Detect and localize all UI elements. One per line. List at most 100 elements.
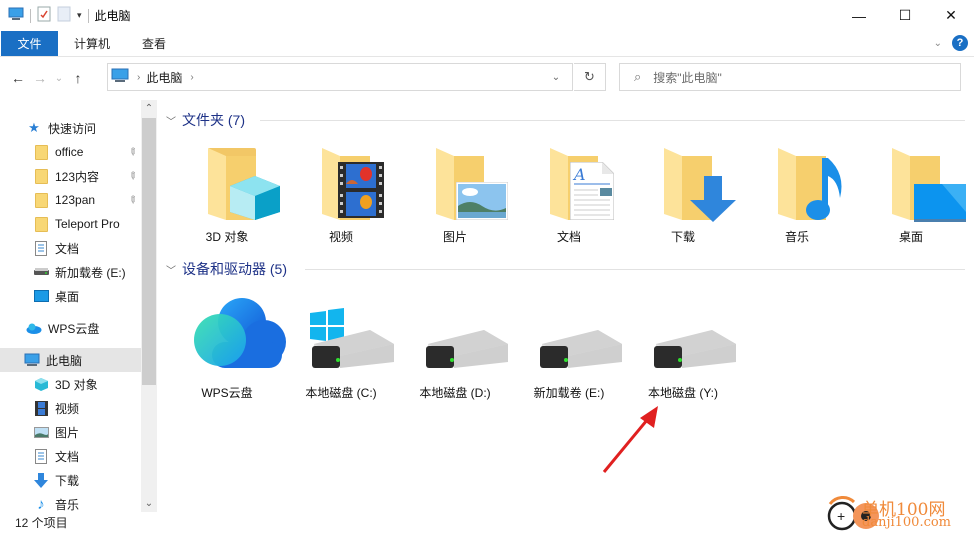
cloud-icon [194,298,286,368]
window-title: 此电脑 [94,9,131,23]
recent-locations-button[interactable]: ⌄ [51,73,67,84]
back-button[interactable]: ← [7,70,29,86]
expand-ribbon-icon[interactable]: ⌄ [934,38,942,49]
address-bar[interactable]: › 此电脑 › ⌄ [107,63,573,91]
pin-icon[interactable]: ✎ [125,169,139,183]
customize-toolbar-icon[interactable]: ▾ [77,10,82,21]
drive-c[interactable]: 本地磁盘 (C:) [284,296,398,406]
hard-drive-icon [426,330,508,368]
divider [305,269,965,270]
search-input[interactable]: ⌕ 搜索"此电脑" [619,63,961,91]
folder-desktop[interactable]: 桌面 [854,140,968,250]
collapse-chevron-icon[interactable]: ﹀ [166,262,176,277]
video-icon [33,400,49,416]
address-dropdown-button[interactable]: ⌄ [540,64,572,90]
tile-label: 本地磁盘 (Y:) [647,386,718,400]
sidebar-item-desktop-quick[interactable]: 桌面 [0,284,141,308]
tab-file[interactable]: 文件 [1,31,58,56]
sidebar-item-office[interactable]: office ✎ [0,140,141,164]
sidebar-item-123-content[interactable]: 123内容 ✎ [0,164,141,188]
tab-view[interactable]: 查看 [126,31,182,56]
drive-wps-cloud[interactable]: WPS云盘 [170,296,286,406]
tab-computer[interactable]: 计算机 [58,31,126,56]
breadcrumb-this-pc[interactable]: 此电脑 [146,69,182,86]
properties-icon[interactable] [37,6,51,25]
pin-icon[interactable]: ✎ [125,193,139,207]
hard-drive-icon [540,330,622,368]
folder-icon [33,168,49,184]
folder-downloads[interactable]: 下载 [626,140,740,250]
sidebar-item-quick-access[interactable]: ★ 快速访问 [0,116,141,140]
music-icon: ♪ [37,495,45,513]
svg-text:A: A [572,165,586,184]
collapse-chevron-icon[interactable]: ﹀ [166,113,176,128]
ribbon-tabs: 文件 计算机 查看 ⌄ ? [0,31,974,57]
tile-label: 本地磁盘 (C:) [305,386,377,400]
forward-button[interactable]: → [29,70,51,86]
sidebar-item-label: 123pan [55,193,96,207]
content-pane: ﹀ 文件夹 (7) 3D 对象 视频 图片 A 文档 下载 音乐 桌面 ﹀ 设备… [160,100,974,512]
sidebar-item-drive-e-quick[interactable]: 新加载卷 (E:) [0,260,141,284]
cloud-icon [26,320,42,336]
tile-label: 音乐 [784,230,809,244]
sidebar-item-this-pc[interactable]: 此电脑 [0,348,141,372]
sidebar-item-123pan[interactable]: 123pan ✎ [0,188,141,212]
sidebar-item-videos[interactable]: 视频 [0,396,141,420]
folder-documents[interactable]: A 文档 [512,140,626,250]
divider [260,120,965,121]
search-icon: ⌕ [634,69,642,84]
navigation-bar: ← → ⌄ ↑ › 此电脑 › ⌄ ↻ ⌕ 搜索"此电脑" [0,58,974,98]
drive-y[interactable]: 本地磁盘 (Y:) [626,296,740,406]
status-item-count: 12 个项目 [15,516,68,530]
sidebar-item-label: WPS云盘 [48,321,100,336]
breadcrumb-separator[interactable]: › [137,72,140,83]
folder-videos[interactable]: 视频 [284,140,398,250]
tile-label: 本地磁盘 (D:) [419,386,491,400]
sidebar-item-label: 此电脑 [46,353,83,368]
group-header-devices[interactable]: ﹀ 设备和驱动器 (5) [166,259,287,279]
download-icon [33,472,49,488]
sidebar-item-music[interactable]: ♪ 音乐 [0,492,141,516]
minimize-button[interactable]: — [836,0,882,31]
sidebar-item-label: 图片 [55,425,80,440]
maximize-button[interactable]: ☐ [882,0,928,31]
drive-e[interactable]: 新加载卷 (E:) [512,296,626,406]
sidebar-item-wps-cloud[interactable]: WPS云盘 [0,316,141,340]
help-button[interactable]: ? [952,35,968,51]
sidebar-scrollbar[interactable]: ⌃ ⌄ [141,100,157,512]
sidebar-item-teleport-pro[interactable]: Teleport Pro [0,212,141,236]
folder-3d-objects[interactable]: 3D 对象 [170,140,284,250]
sidebar-item-label: 音乐 [55,497,80,512]
sidebar-item-documents[interactable]: 文档 [0,444,141,468]
star-icon: ★ [28,120,40,135]
folder-pictures[interactable]: 图片 [398,140,512,250]
scroll-down-button[interactable]: ⌄ [141,495,157,512]
drive-d[interactable]: 本地磁盘 (D:) [398,296,512,406]
sidebar-item-3d-objects[interactable]: 3D 对象 [0,372,141,396]
svg-text:+: + [837,508,845,524]
computer-icon [8,7,24,24]
scrollbar-thumb[interactable] [142,118,156,385]
picture-icon [456,182,508,220]
folder-icon [33,216,49,232]
pin-icon[interactable]: ✎ [125,145,139,159]
sidebar-item-label: 下载 [55,473,80,488]
tile-label: WPS云盘 [201,386,253,400]
new-folder-icon[interactable] [57,6,71,25]
sidebar-item-label: 新加载卷 (E:) [55,265,126,280]
sidebar-item-label: 123内容 [55,169,100,184]
close-button[interactable]: ✕ [928,0,974,31]
group-header-folders[interactable]: ﹀ 文件夹 (7) [166,110,245,130]
music-icon [806,158,842,220]
sidebar-item-label: 文档 [55,449,80,464]
scroll-up-button[interactable]: ⌃ [141,100,157,117]
sidebar-item-pictures[interactable]: 图片 [0,420,141,444]
refresh-button[interactable]: ↻ [574,63,606,91]
sidebar-item-label: 3D 对象 [55,377,98,392]
sidebar-item-label: 视频 [55,401,80,416]
sidebar-item-downloads[interactable]: 下载 [0,468,141,492]
up-button[interactable]: ↑ [67,70,89,86]
sidebar-item-documents-quick[interactable]: 文档 [0,236,141,260]
breadcrumb-separator[interactable]: › [190,72,193,83]
folder-music[interactable]: 音乐 [740,140,854,250]
